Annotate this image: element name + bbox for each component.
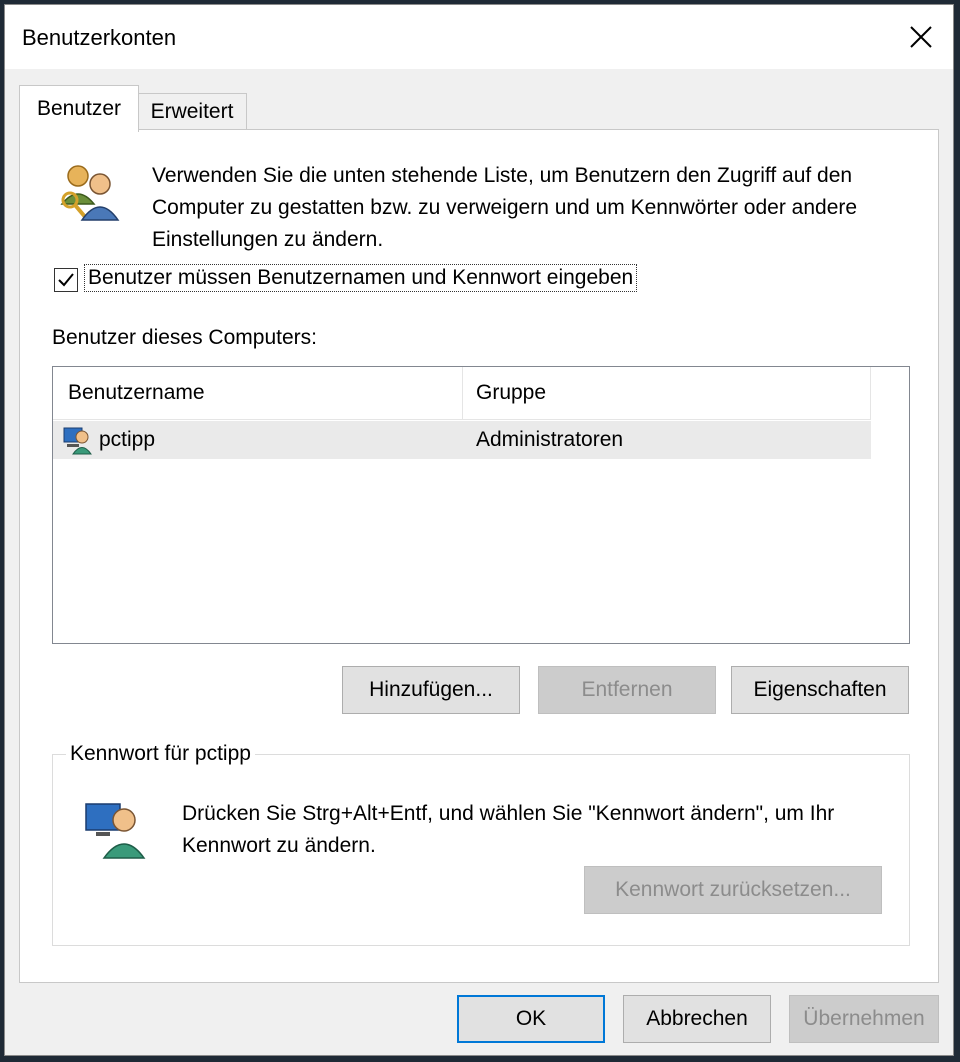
column-header-label: Benutzername bbox=[68, 381, 205, 404]
require-login-label[interactable]: Benutzer müssen Benutzernamen und Kennwo… bbox=[84, 264, 638, 292]
close-icon bbox=[910, 26, 932, 48]
title-bar: Benutzerkonten bbox=[5, 5, 953, 69]
info-text: Verwenden Sie die unten stehende Liste, … bbox=[152, 164, 858, 251]
user-computer-icon bbox=[63, 427, 92, 455]
checkbox-check-icon bbox=[58, 273, 74, 287]
user-list[interactable]: Benutzername Gruppe pctipp Administrator… bbox=[52, 366, 910, 644]
add-user-button[interactable]: Hinzufügen... bbox=[342, 666, 520, 714]
users-icon bbox=[60, 165, 120, 221]
window-title: Benutzerkonten bbox=[22, 25, 177, 50]
column-header-label: Gruppe bbox=[476, 381, 547, 404]
apply-button[interactable]: Übernehmen bbox=[789, 995, 939, 1043]
user-accounts-dialog: Benutzerkonten Benutzer Erweitert Verwen… bbox=[4, 4, 954, 1056]
password-instruction-text: Drücken Sie Strg+Alt+Entf, und wählen Si… bbox=[182, 802, 835, 857]
remove-user-button[interactable]: Entfernen bbox=[538, 666, 716, 714]
reset-password-button[interactable]: Kennwort zurücksetzen... bbox=[584, 866, 882, 914]
require-login-checkbox[interactable] bbox=[54, 268, 78, 292]
list-header: Benutzername Gruppe bbox=[53, 367, 871, 420]
column-header-group[interactable]: Gruppe bbox=[463, 367, 871, 419]
tab-panel-benutzer: Verwenden Sie die unten stehende Liste, … bbox=[19, 129, 939, 983]
properties-button[interactable]: Eigenschaften bbox=[731, 666, 909, 714]
ok-button[interactable]: OK bbox=[457, 995, 605, 1043]
close-button[interactable] bbox=[889, 5, 953, 69]
cancel-button[interactable]: Abbrechen bbox=[623, 995, 771, 1043]
tab-label: Benutzer bbox=[36, 97, 122, 120]
tab-erweitert[interactable]: Erweitert bbox=[137, 93, 247, 131]
cell-username: pctipp bbox=[63, 421, 155, 459]
user-monitor-icon bbox=[85, 803, 146, 859]
username-text: pctipp bbox=[99, 428, 156, 451]
column-header-username[interactable]: Benutzername bbox=[53, 367, 463, 419]
cell-group: Administratoren bbox=[476, 421, 623, 459]
table-row[interactable]: pctipp Administratoren bbox=[53, 421, 871, 459]
group-text: Administratoren bbox=[476, 428, 624, 451]
tab-benutzer[interactable]: Benutzer bbox=[19, 85, 139, 132]
password-group-title: Kennwort für pctipp bbox=[66, 742, 255, 766]
tab-label: Erweitert bbox=[150, 100, 234, 123]
user-list-label: Benutzer dieses Computers: bbox=[52, 326, 317, 349]
